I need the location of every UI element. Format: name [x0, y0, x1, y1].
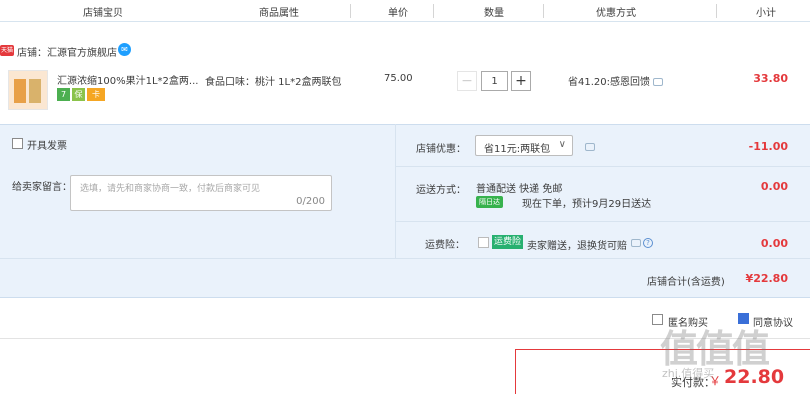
- guarantee-icon[interactable]: 保: [72, 88, 85, 101]
- order-summary-panel: [0, 124, 810, 298]
- insurance-label: 运费险：: [425, 240, 465, 251]
- col-header-attributes: 商品属性: [259, 8, 299, 19]
- unit-price: 75.00: [384, 73, 413, 84]
- item-subtotal: 33.80: [753, 72, 788, 85]
- chevron-down-icon: ∨: [558, 139, 566, 150]
- help-icon[interactable]: ?: [643, 238, 653, 248]
- table-header: 店铺宝贝 商品属性 单价 数量 优惠方式 小计: [0, 0, 810, 22]
- insurance-checkbox[interactable]: [478, 237, 489, 248]
- quantity-increase-button[interactable]: +: [511, 71, 531, 91]
- next-day-badge: 隔日达: [476, 196, 503, 208]
- shipping-method: 普通配送 快递 免邮: [476, 184, 563, 195]
- chat-icon[interactable]: ✉: [118, 43, 131, 56]
- panel-divider: [0, 258, 810, 259]
- quantity-input[interactable]: [481, 71, 508, 91]
- store-total-value: ¥22.80: [745, 272, 788, 285]
- store-total-label: 店铺合计(含运费): [647, 277, 725, 288]
- product-title-link[interactable]: 汇源浓缩100%果汁1L*2盒两...: [57, 72, 198, 87]
- shipping-note: 现在下单，预计9月29日送达: [522, 199, 652, 210]
- header-divider: [543, 4, 544, 18]
- tmall-badge: 天猫: [0, 45, 14, 56]
- comment-icon[interactable]: [631, 239, 641, 247]
- store-discount-label: 店铺优惠：: [416, 144, 466, 155]
- panel-divider: [395, 166, 810, 167]
- insurance-badge: 运费险: [492, 235, 524, 249]
- seven-day-return-icon[interactable]: 7: [57, 88, 70, 101]
- card-payment-icon[interactable]: 卡: [87, 88, 105, 101]
- shipping-label: 运送方式：: [416, 185, 466, 196]
- col-header-price: 单价: [388, 8, 408, 19]
- store-name-link[interactable]: 店铺：汇源官方旗舰店: [17, 44, 117, 59]
- panel-divider: [395, 221, 810, 222]
- comment-icon[interactable]: [653, 78, 663, 86]
- header-divider: [716, 4, 717, 18]
- insurance-text: 卖家赠送，退换货可赔: [527, 241, 627, 252]
- seller-message-field[interactable]: 选填，请先和商家协商一致，付款后商家可见 0/200: [70, 175, 332, 211]
- thumbnail-box: [29, 79, 41, 103]
- quantity-decrease-button[interactable]: −: [457, 71, 477, 91]
- store-discount-value: -11.00: [748, 140, 788, 153]
- message-placeholder: 选填，请先和商家协商一致，付款后商家可见: [80, 184, 261, 194]
- store-discount-selected: 省11元:两联包: [484, 144, 551, 155]
- discount-info: 省41.20:感恩回馈: [568, 77, 650, 88]
- comment-icon[interactable]: [585, 143, 595, 151]
- thumbnail-box: [14, 79, 26, 103]
- invoice-label: 开具发票: [27, 141, 67, 152]
- shipping-value: 0.00: [760, 180, 788, 193]
- invoice-checkbox[interactable]: [12, 138, 23, 149]
- store-discount-select[interactable]: 省11元:两联包 ∨: [475, 135, 573, 156]
- col-header-shop-item: 店铺宝贝: [83, 8, 123, 19]
- col-header-subtotal: 小计: [756, 8, 776, 19]
- insurance-value: 0.00: [760, 237, 788, 250]
- header-divider: [433, 4, 434, 18]
- message-label: 给卖家留言：: [12, 182, 72, 193]
- product-attribute: 食品口味：桃汁 1L*2盒两联包: [205, 77, 342, 88]
- col-header-quantity: 数量: [484, 8, 504, 19]
- header-divider: [350, 4, 351, 18]
- col-header-discount: 优惠方式: [596, 8, 636, 19]
- watermark-url: zhi.值得买: [662, 367, 715, 380]
- product-thumbnail[interactable]: [8, 70, 48, 110]
- message-char-count: 0/200: [296, 196, 325, 207]
- panel-divider: [395, 124, 396, 258]
